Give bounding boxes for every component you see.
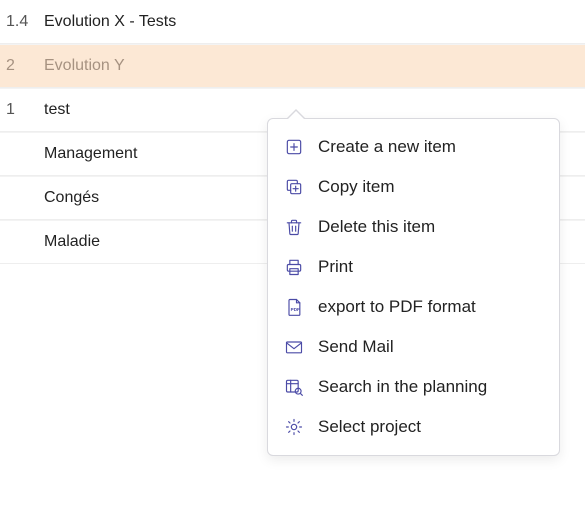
menu-item-print[interactable]: Print <box>268 247 559 287</box>
menu-item-mail[interactable]: Send Mail <box>268 327 559 367</box>
menu-item-label: export to PDF format <box>318 297 476 317</box>
menu-item-pdf[interactable]: PDF export to PDF format <box>268 287 559 327</box>
plus-box-icon <box>284 137 304 157</box>
menu-item-label: Copy item <box>318 177 395 197</box>
menu-item-label: Send Mail <box>318 337 394 357</box>
menu-item-delete[interactable]: Delete this item <box>268 207 559 247</box>
menu-item-project[interactable]: Select project <box>268 407 559 447</box>
print-icon <box>284 257 304 277</box>
menu-item-label: Select project <box>318 417 421 437</box>
menu-item-copy[interactable]: Copy item <box>268 167 559 207</box>
menu-item-label: Print <box>318 257 353 277</box>
row-number: 2 <box>0 57 42 75</box>
pdf-icon: PDF <box>284 297 304 317</box>
table-row[interactable]: 1.4 Evolution X - Tests <box>0 0 585 44</box>
context-menu: Create a new item Copy item Delete this … <box>267 118 560 456</box>
row-label: test <box>42 101 585 119</box>
row-number: 1.4 <box>0 13 42 31</box>
menu-item-search[interactable]: Search in the planning <box>268 367 559 407</box>
copy-icon <box>284 177 304 197</box>
menu-item-label: Delete this item <box>318 217 435 237</box>
menu-item-create[interactable]: Create a new item <box>268 127 559 167</box>
mail-icon <box>284 337 304 357</box>
search-planning-icon <box>284 377 304 397</box>
trash-icon <box>284 217 304 237</box>
row-label: Evolution X - Tests <box>42 13 585 31</box>
table-row[interactable]: 2 Evolution Y <box>0 44 585 88</box>
row-label: Evolution Y <box>42 57 585 75</box>
svg-text:PDF: PDF <box>291 307 300 312</box>
gear-icon <box>284 417 304 437</box>
row-number: 1 <box>0 101 42 119</box>
menu-item-label: Search in the planning <box>318 377 487 397</box>
menu-item-label: Create a new item <box>318 137 456 157</box>
